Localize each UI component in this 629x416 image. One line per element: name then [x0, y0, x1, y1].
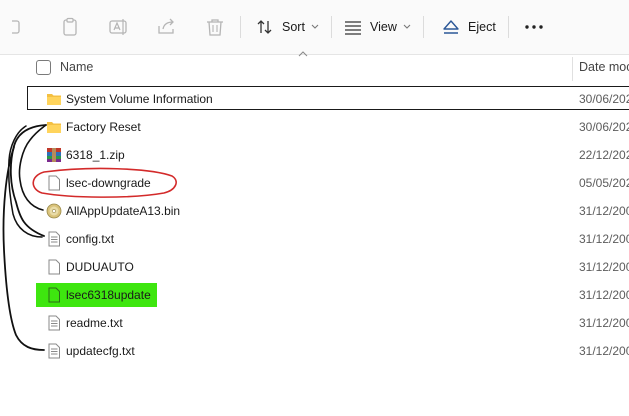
file-name: System Volume Information: [66, 92, 213, 106]
file-date: 31/12/200: [579, 288, 629, 302]
file-name: updatecfg.txt: [66, 344, 135, 358]
file-row[interactable]: 6318_1.zip 22/12/202: [0, 141, 629, 169]
file-row[interactable]: DUDUAUTO 31/12/200: [0, 253, 629, 281]
file-icon: [48, 287, 60, 303]
column-header: [0, 51, 629, 82]
more-icon: [525, 25, 543, 29]
share-button[interactable]: [156, 14, 178, 40]
file-name: AllAppUpdateA13.bin: [66, 204, 181, 218]
file-date: 31/12/200: [579, 260, 629, 274]
view-label: View: [370, 20, 397, 34]
text-file-icon: [48, 343, 60, 359]
file-row[interactable]: AllAppUpdateA13.bin 31/12/200: [0, 197, 629, 225]
disc-icon: [46, 203, 62, 219]
file-name: lsec6318update: [66, 288, 151, 302]
share-icon: [158, 18, 174, 34]
text-file-icon: [48, 315, 60, 331]
delete-button[interactable]: [204, 14, 226, 40]
select-all-checkbox[interactable]: [36, 60, 51, 75]
column-date-header[interactable]: Date moc: [579, 60, 629, 74]
copy-button[interactable]: [12, 14, 32, 40]
file-name: readme.txt: [66, 316, 123, 330]
file-row[interactable]: lsec6318update 31/12/200: [0, 281, 629, 309]
file-date: 05/05/202: [579, 176, 629, 190]
trash-icon: [207, 19, 223, 36]
file-row[interactable]: config.txt 31/12/200: [0, 225, 629, 253]
sort-button[interactable]: Sort: [256, 14, 319, 40]
toolbar-separator: [240, 16, 241, 38]
toolbar-separator: [423, 16, 424, 38]
file-date: 22/12/202: [579, 148, 629, 162]
rename-icon: [109, 19, 127, 35]
folder-icon: [47, 94, 61, 105]
file-name: lsec-downgrade: [66, 176, 151, 190]
folder-icon: [47, 122, 61, 133]
archive-icon: [47, 148, 61, 162]
file-name: Factory Reset: [66, 120, 141, 134]
file-name: DUDUAUTO: [66, 260, 134, 274]
text-file-icon: [48, 231, 60, 247]
file-date: 30/06/202: [579, 120, 629, 134]
view-button[interactable]: View: [344, 14, 411, 40]
rename-button[interactable]: [108, 14, 130, 40]
paste-icon: [63, 17, 77, 36]
eject-icon: [443, 20, 459, 34]
view-list-icon: [345, 21, 361, 35]
toolbar-separator: [331, 16, 332, 38]
sort-ascending-icon: [298, 51, 308, 57]
column-divider[interactable]: [572, 57, 573, 81]
file-icon: [48, 175, 60, 191]
file-name: 6318_1.zip: [66, 148, 125, 162]
file-row[interactable]: readme.txt 31/12/200: [0, 309, 629, 337]
toolbar-separator: [508, 16, 509, 38]
file-row[interactable]: updatecfg.txt 31/12/200: [0, 337, 629, 365]
command-bar: Sort View Eject: [0, 0, 629, 55]
file-row[interactable]: Factory Reset 30/06/202: [0, 113, 629, 141]
paste-button[interactable]: [60, 14, 82, 40]
sort-label: Sort: [282, 20, 305, 34]
file-date: 30/06/202: [579, 92, 629, 106]
file-row[interactable]: lsec-downgrade 05/05/202: [0, 169, 629, 197]
file-icon: [48, 259, 60, 275]
file-date: 31/12/200: [579, 344, 629, 358]
file-date: 31/12/200: [579, 316, 629, 330]
eject-label: Eject: [468, 20, 496, 34]
file-date: 31/12/200: [579, 204, 629, 218]
chevron-down-icon: [311, 24, 319, 29]
file-name: config.txt: [66, 232, 115, 246]
copy-icon: [12, 20, 20, 34]
eject-button[interactable]: Eject: [442, 14, 496, 40]
file-date: 31/12/200: [579, 232, 629, 246]
chevron-down-icon: [403, 24, 411, 29]
column-name-header[interactable]: Name: [60, 60, 93, 74]
sort-icon: [257, 20, 272, 34]
file-row[interactable]: System Volume Information 30/06/202: [0, 85, 629, 113]
more-options-button[interactable]: [524, 14, 544, 40]
